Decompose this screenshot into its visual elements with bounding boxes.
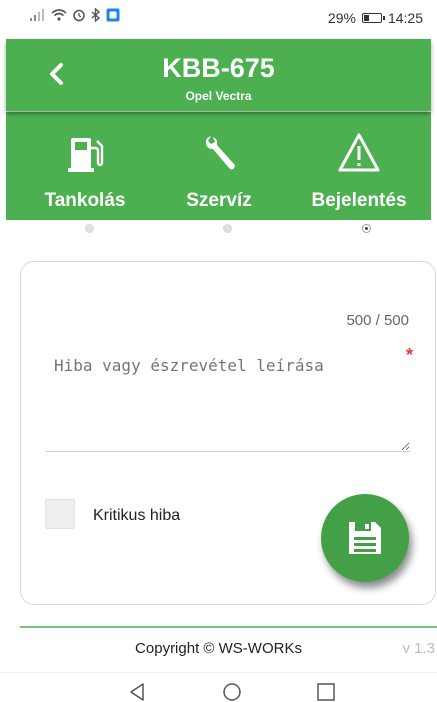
save-icon xyxy=(349,522,381,554)
tab-report[interactable]: Bejelentés xyxy=(289,112,429,220)
battery-percent: 29% xyxy=(327,10,356,26)
home-circle-icon[interactable] xyxy=(222,682,242,702)
footer-divider xyxy=(20,626,437,628)
tab-report-label: Bejelentés xyxy=(311,190,407,211)
back-triangle-icon[interactable] xyxy=(128,682,146,702)
app-header: KBB-675 Opel Vectra xyxy=(6,39,431,111)
system-nav-bar xyxy=(0,672,437,702)
copyright-text: Copyright © WS-WORKs xyxy=(135,640,302,657)
clock: 14:25 xyxy=(387,10,423,26)
warning-triangle-icon xyxy=(338,133,380,172)
wrench-icon xyxy=(205,136,235,170)
status-icons-left xyxy=(30,8,120,22)
status-icons-right: 29% 14:25 xyxy=(328,10,423,26)
critical-checkbox-label[interactable]: Kritikus hiba xyxy=(93,507,180,525)
fuel-pump-icon xyxy=(68,138,104,172)
page-dot-2[interactable] xyxy=(223,224,232,233)
report-card: 500 / 500 * Kritikus hiba xyxy=(20,261,436,605)
tab-service[interactable]: Szervíz xyxy=(149,112,289,220)
wifi-icon xyxy=(51,9,67,21)
app-notification-icon xyxy=(106,8,120,22)
page-indicator xyxy=(0,222,437,236)
bluetooth-icon xyxy=(91,8,101,22)
critical-checkbox[interactable] xyxy=(45,499,75,529)
status-bar: 29% 14:25 xyxy=(0,0,437,38)
tab-service-label: Szervíz xyxy=(186,190,252,211)
page-dot-3-active[interactable] xyxy=(362,224,371,233)
license-plate-title: KBB-675 xyxy=(162,53,275,83)
tab-bar: Tankolás Szervíz Bejelentés xyxy=(6,112,431,220)
alarm-icon xyxy=(73,9,85,22)
description-input[interactable] xyxy=(46,342,410,452)
tab-fueling[interactable]: Tankolás xyxy=(15,112,155,220)
car-model-subtitle: Opel Vectra xyxy=(185,89,252,103)
tab-fueling-label: Tankolás xyxy=(44,190,126,211)
signal-icon xyxy=(30,9,44,21)
version-label: v 1.3 xyxy=(402,640,435,657)
char-counter: 500 / 500 xyxy=(346,312,409,329)
required-marker: * xyxy=(405,345,413,365)
page-dot-1[interactable] xyxy=(85,224,94,233)
battery-icon xyxy=(361,13,385,23)
save-button[interactable] xyxy=(321,494,409,582)
recents-square-icon[interactable] xyxy=(316,682,336,702)
